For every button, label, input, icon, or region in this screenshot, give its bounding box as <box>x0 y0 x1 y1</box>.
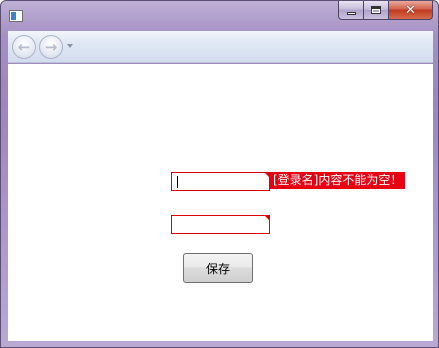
error-indicator-icon <box>264 215 270 221</box>
caption-buttons: ✕ <box>338 1 433 21</box>
login-name-input[interactable] <box>171 172 270 191</box>
maximize-button[interactable] <box>364 1 389 20</box>
text-caret <box>177 176 178 188</box>
arrow-left-icon: ← <box>17 37 31 56</box>
minimize-icon <box>346 11 356 15</box>
app-window: ✕ ← → [登录名]内容不能为空！ 保存 <box>0 0 439 348</box>
close-icon: ✕ <box>405 2 416 18</box>
app-window-icon[interactable] <box>9 10 23 22</box>
back-button[interactable]: ← <box>12 35 36 59</box>
login-name-error-tooltip: [登录名]内容不能为空！ <box>270 172 406 189</box>
page-content: [登录名]内容不能为空！ 保存 <box>8 64 433 341</box>
second-field-input[interactable] <box>171 215 270 234</box>
save-button[interactable]: 保存 <box>183 253 253 283</box>
arrow-right-icon: → <box>44 37 58 56</box>
minimize-button[interactable] <box>338 1 364 20</box>
chevron-down-icon[interactable] <box>67 44 73 48</box>
close-button[interactable]: ✕ <box>389 1 433 20</box>
navigation-bar: ← → <box>8 31 433 63</box>
forward-button[interactable]: → <box>39 35 63 59</box>
maximize-icon <box>371 6 381 14</box>
